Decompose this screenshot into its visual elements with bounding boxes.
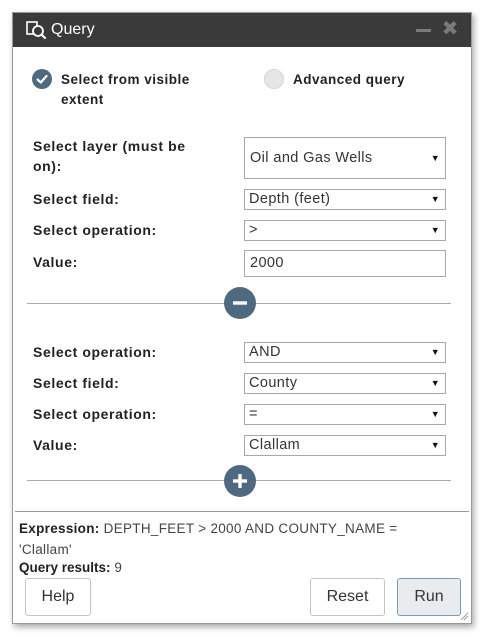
results-count: 9: [114, 560, 122, 575]
value-input[interactable]: 2000: [244, 250, 446, 277]
operation-select[interactable]: > ▼: [244, 220, 446, 241]
query-results: Query results: 9: [19, 558, 122, 578]
footer-divider: [15, 511, 469, 512]
query-mode-selector: Select from visible extent Advanced query: [13, 69, 471, 115]
title-bar[interactable]: Query ✖: [13, 13, 471, 47]
dropdown-arrow-icon: ▼: [430, 153, 440, 163]
resize-grip-icon[interactable]: [459, 611, 469, 621]
expression-text: Expression: DEPTH_FEET > 2000 AND COUNTY…: [19, 518, 459, 560]
help-button[interactable]: Help: [25, 578, 91, 616]
query-icon: [26, 21, 47, 40]
dropdown-arrow-icon: ▼: [430, 194, 440, 204]
field-select[interactable]: Depth (feet) ▼: [244, 189, 446, 210]
expression-value-line1: DEPTH_FEET > 2000 AND COUNTY_NAME =: [103, 521, 398, 536]
layer-select[interactable]: Oil and Gas Wells ▼: [244, 137, 446, 179]
results-label: Query results:: [19, 560, 111, 575]
value-label-2: Value:: [33, 437, 78, 453]
select-field-label-2: Select field:: [33, 375, 120, 391]
radio-advanced-query-label: Advanced query: [293, 72, 406, 87]
plus-circle-icon[interactable]: [224, 465, 256, 497]
join-operation-label: Select operation:: [33, 344, 157, 360]
value-label: Value:: [33, 254, 78, 270]
close-icon[interactable]: ✖: [441, 19, 459, 39]
radio-checked-icon[interactable]: [32, 69, 52, 89]
expression-value-line2: 'Clallam': [19, 542, 72, 557]
value-select-2[interactable]: Clallam ▼: [244, 435, 446, 456]
radio-advanced-query[interactable]: Advanced query: [264, 69, 454, 93]
dropdown-arrow-icon: ▼: [430, 347, 440, 357]
expression-label: Expression:: [19, 521, 100, 536]
radio-unchecked-icon[interactable]: [264, 69, 284, 89]
window-title: Query: [51, 21, 95, 38]
query-dialog: Query ✖ Select from visible extent Advanc…: [12, 12, 472, 624]
dropdown-arrow-icon: ▼: [430, 409, 440, 419]
select-layer-label: Select layer (must be on):: [33, 138, 186, 174]
minimize-icon[interactable]: [416, 29, 431, 32]
select-operation-label: Select operation:: [33, 222, 157, 238]
operation-select-2[interactable]: = ▼: [244, 404, 446, 425]
field-select-2[interactable]: County ▼: [244, 373, 446, 394]
dropdown-arrow-icon: ▼: [430, 225, 440, 235]
dropdown-arrow-icon: ▼: [430, 378, 440, 388]
minus-circle-icon[interactable]: [224, 287, 256, 319]
dropdown-arrow-icon: ▼: [430, 440, 440, 450]
reset-button[interactable]: Reset: [310, 578, 385, 616]
select-field-label: Select field:: [33, 191, 120, 207]
select-operation-label-2: Select operation:: [33, 406, 157, 422]
radio-visible-extent[interactable]: Select from visible extent: [32, 69, 232, 113]
join-operation-select[interactable]: AND ▼: [244, 342, 446, 363]
run-button[interactable]: Run: [397, 578, 461, 616]
radio-visible-extent-label: Select from visible extent: [61, 72, 190, 107]
